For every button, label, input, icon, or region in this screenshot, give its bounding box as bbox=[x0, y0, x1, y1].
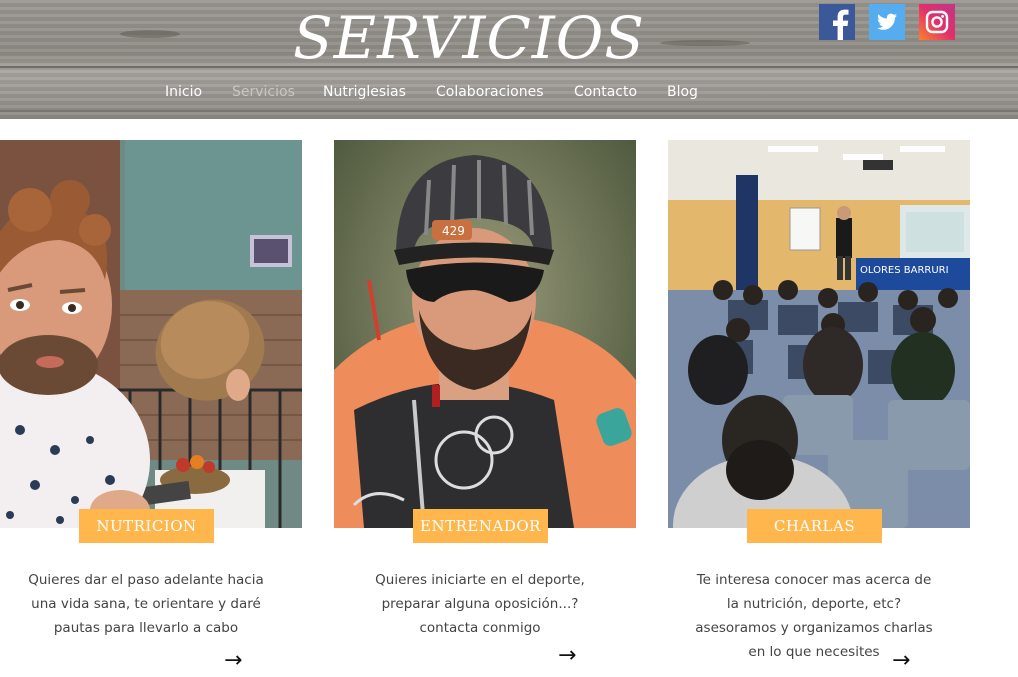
instagram-icon[interactable] bbox=[919, 4, 955, 40]
main-nav: Inicio Servicios Nutriglesias Colaboraci… bbox=[0, 84, 1018, 106]
svg-text:OLORES BARRURI: OLORES BARRURI bbox=[860, 265, 949, 276]
charlas-arrow-icon[interactable]: → bbox=[892, 650, 910, 672]
entrenador-image: 429 bbox=[334, 140, 636, 528]
wood-grain-line bbox=[0, 110, 1018, 112]
wood-knot bbox=[660, 40, 750, 46]
wood-knot bbox=[120, 30, 180, 38]
nutricion-label[interactable]: NUTRICION bbox=[79, 509, 214, 543]
page-title: SERVICIOS bbox=[293, 4, 646, 72]
nutricion-image bbox=[0, 140, 302, 528]
facebook-icon[interactable] bbox=[819, 4, 855, 40]
twitter-icon[interactable] bbox=[869, 4, 905, 40]
nav-item-colaboraciones[interactable]: Colaboraciones bbox=[436, 84, 544, 100]
nav-item-nutriglesias[interactable]: Nutriglesias bbox=[323, 84, 406, 100]
nutricion-arrow-icon[interactable]: → bbox=[224, 650, 242, 672]
nav-item-inicio[interactable]: Inicio bbox=[165, 84, 202, 100]
entrenador-arrow-icon[interactable]: → bbox=[558, 645, 576, 667]
svg-text:429: 429 bbox=[442, 224, 465, 238]
nav-item-contacto[interactable]: Contacto bbox=[574, 84, 637, 100]
entrenador-label[interactable]: ENTRENADOR bbox=[413, 509, 548, 543]
nav-item-servicios[interactable]: Servicios bbox=[232, 84, 295, 100]
site-header: SERVICIOS Inicio Servicios Nutriglesias … bbox=[0, 0, 1018, 119]
nav-item-blog[interactable]: Blog bbox=[667, 84, 698, 100]
charlas-label[interactable]: CHARLAS bbox=[747, 509, 882, 543]
nutricion-description: Quieres dar el paso adelante hacia una v… bbox=[28, 572, 264, 636]
charlas-image: OLORES BARRURI bbox=[668, 140, 970, 528]
entrenador-description: Quieres iniciarte en el deporte, prepara… bbox=[375, 572, 585, 636]
